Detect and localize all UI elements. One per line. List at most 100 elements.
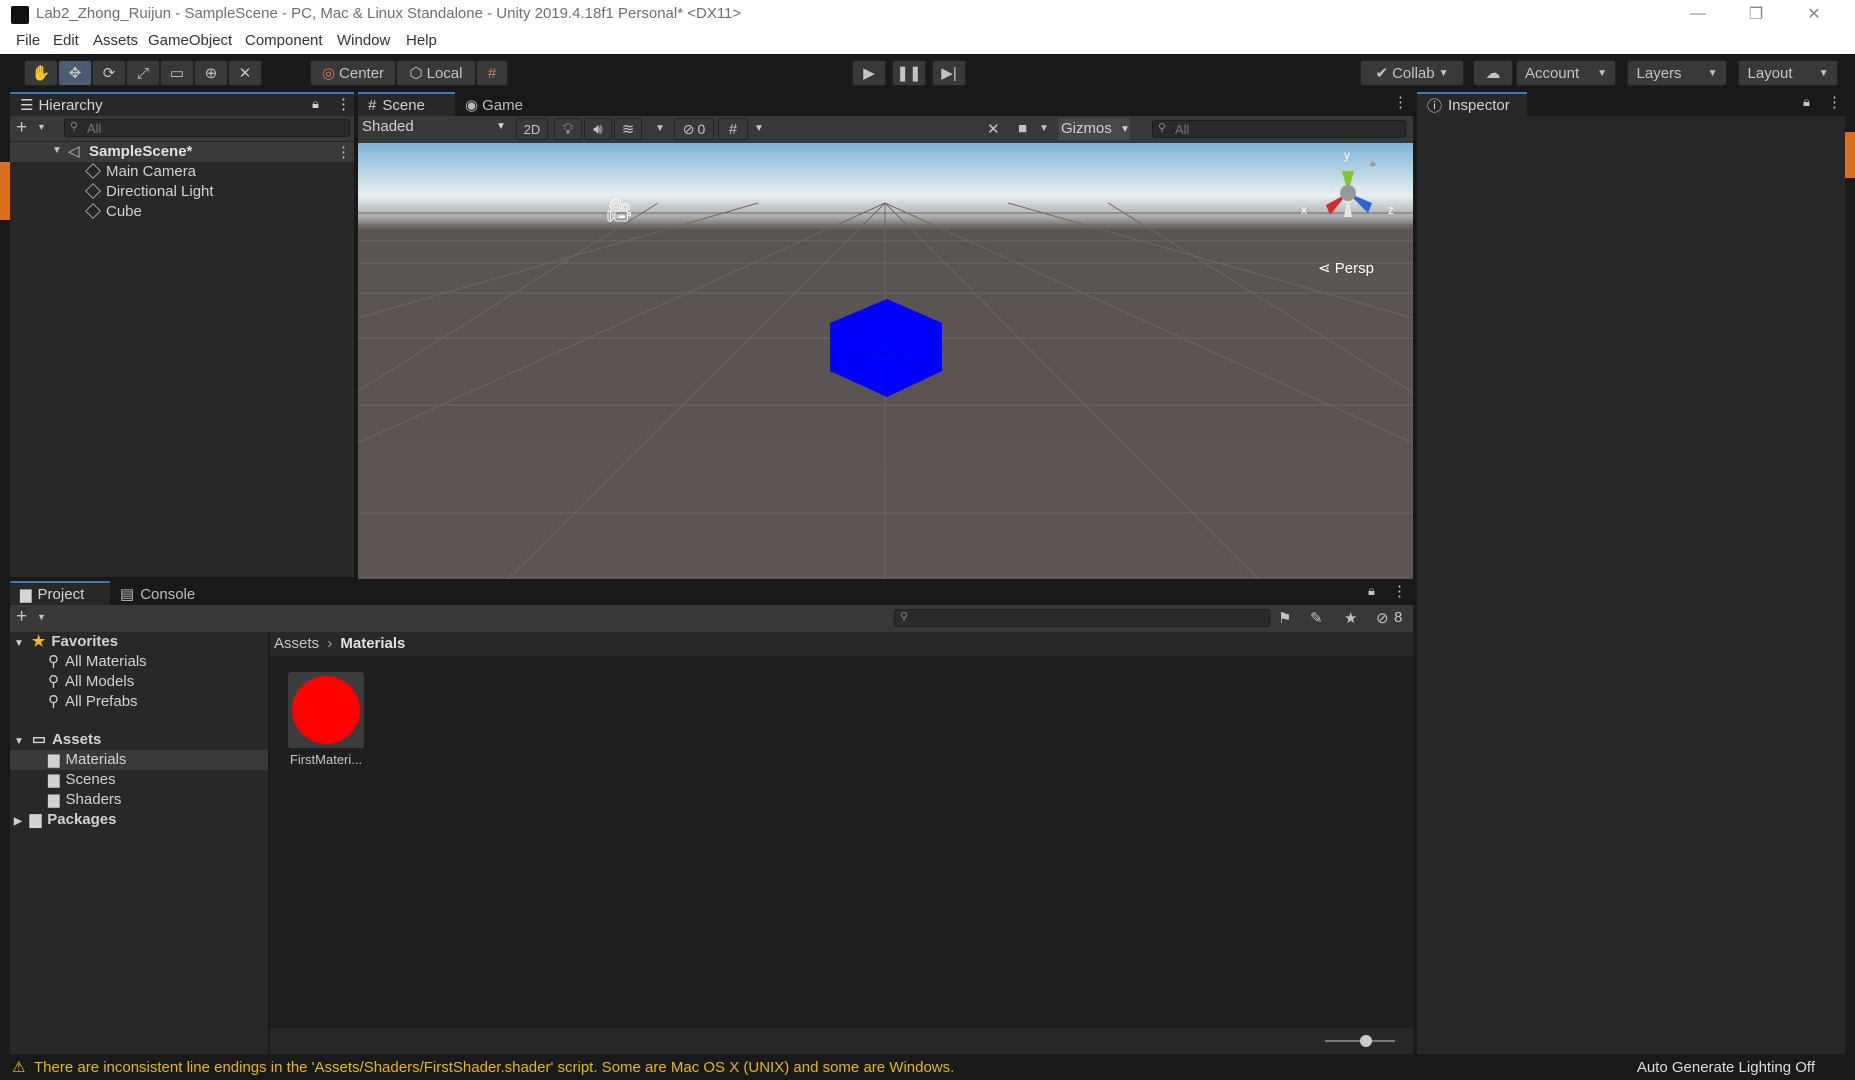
breadcrumb-materials[interactable]: Materials [340,635,405,652]
close-button[interactable]: ✕ [1785,0,1843,28]
chevron-down-icon[interactable]: ▼ [1039,123,1049,134]
layers-dropdown[interactable]: Layers ▼ [1627,60,1727,86]
chevron-down-icon[interactable]: ▼ [655,123,665,134]
bulb-icon: 💡︎ [562,120,574,138]
favorite-all-prefabs[interactable]: ⚲ All Prefabs [48,692,138,712]
filter-type-icon[interactable]: ⚑ [1278,609,1291,627]
restore-button[interactable]: ❐ [1727,0,1785,28]
hand-tool-button[interactable]: ✋ [24,60,58,86]
chevron-down-icon[interactable]: ▼ [52,145,62,156]
favorites-section[interactable]: ▼ ★ Favorites [14,632,118,652]
grid-toggle[interactable]: # [718,118,748,140]
move-tool-button[interactable]: ✥ [58,60,92,86]
chevron-down-icon[interactable]: ▼ [37,612,46,622]
lock-icon[interactable]: 🔒︎ [312,96,319,112]
folder-icon: ▆ [48,791,60,808]
project-search-input[interactable] [894,609,1270,627]
folder-scenes[interactable]: ▆ Scenes [48,770,116,790]
hierarchy-search-input[interactable] [64,119,350,137]
favorite-all-materials[interactable]: ⚲ All Materials [48,652,147,672]
breadcrumb-assets[interactable]: Assets [274,635,319,652]
hierarchy-item-main-camera[interactable]: Main Camera [85,163,196,183]
menu-gameobject[interactable]: GameObject [148,32,232,49]
account-dropdown[interactable]: Account ▼ [1516,60,1616,86]
menu-help[interactable]: Help [406,32,437,49]
play-button[interactable]: ▶ [852,60,886,86]
tab-scene[interactable]: # Scene [358,92,455,116]
effects-icon: ≋ [621,121,635,138]
menu-component[interactable]: Component [245,32,323,49]
custom-tool-button[interactable]: ✕ [228,60,262,86]
layout-dropdown[interactable]: Layout ▼ [1738,60,1838,86]
hidden-objects-toggle[interactable]: ⊘ 0 [674,118,714,140]
snap-button[interactable]: # [476,60,508,86]
tab-hierarchy[interactable]: ☰ Hierarchy 🔒︎ ⋮ [10,92,354,116]
add-icon[interactable]: + [16,606,27,628]
favorite-all-models[interactable]: ⚲ All Models [48,672,134,692]
collab-dropdown[interactable]: ✔ Collab ▼ [1360,60,1464,86]
lock-icon[interactable]: 🔒︎ [1803,94,1810,110]
tools-icon[interactable]: ✕ [987,120,1000,138]
folder-shaders[interactable]: ▆ Shaders [48,790,121,810]
projection-toggle[interactable]: ⋖ Persp [1318,259,1374,277]
2d-toggle[interactable]: 2D [516,118,548,140]
kebab-menu-icon[interactable]: ⋮ [336,95,351,113]
camera-gizmo-icon[interactable]: 🎥︎ [605,198,633,224]
space-toggle[interactable]: ⬡ Local [396,60,476,86]
lock-icon[interactable]: 🔒︎ [1370,157,1376,170]
camera-icon[interactable]: ■ [1018,120,1027,137]
kebab-menu-icon[interactable]: ⋮ [1392,582,1407,600]
zoom-slider-handle[interactable] [1360,1035,1372,1047]
lock-icon[interactable]: 🔒︎ [1368,583,1375,599]
cloud-button[interactable]: ☁ [1473,60,1513,86]
kebab-menu-icon[interactable]: ⋮ [1827,93,1842,111]
eye-slash-icon[interactable]: ⊘ [1376,609,1389,627]
scene-viewport[interactable]: 🎥︎ y x z 🔒︎ ⋖ Persp [358,143,1413,579]
lighting-toggle[interactable]: 💡︎ [554,118,582,140]
breadcrumb: Assets › Materials [270,632,1413,656]
cube-object[interactable] [817,293,957,433]
inspector-tab-label: Inspector [1448,96,1510,114]
rotate-tool-button[interactable]: ⟳ [92,60,126,86]
packages-section[interactable]: ▶ ▆ Packages [14,810,116,830]
add-icon[interactable]: + [16,117,27,139]
chevron-down-icon[interactable]: ▼ [754,123,764,134]
axis-gizmo[interactable] [1298,153,1398,243]
lighting-status[interactable]: Auto Generate Lighting Off [1637,1059,1815,1076]
audio-toggle[interactable]: 🔊︎ [584,118,612,140]
step-button[interactable]: ▶| [932,60,966,86]
tab-inspector[interactable]: ⓘ Inspector [1417,92,1527,116]
kebab-menu-icon[interactable]: ⋮ [336,143,351,161]
collab-label: Collab [1392,64,1435,82]
asset-first-material[interactable]: FirstMateri... [288,672,364,772]
scene-search-input[interactable] [1152,120,1406,138]
assets-section[interactable]: ▼ ▭ Assets [14,730,101,750]
menu-file[interactable]: File [16,32,40,49]
menu-window[interactable]: Window [337,32,390,49]
label-icon[interactable]: ✎ [1310,609,1323,627]
star-icon[interactable]: ★ [1344,609,1357,627]
shading-mode-dropdown[interactable]: Shaded ▼ [362,118,510,140]
pivot-toggle[interactable]: ◎ Center [310,60,396,86]
item-label: Materials [65,751,127,768]
menu-assets[interactable]: Assets [93,32,138,49]
hierarchy-item-directional-light[interactable]: Directional Light [85,183,214,203]
collab-check-icon: ✔ [1375,65,1389,82]
folder-materials[interactable]: ▆ Materials [48,750,126,770]
effects-toggle[interactable]: ≋ [614,118,642,140]
minimize-button[interactable]: — [1669,0,1727,28]
tab-game[interactable]: ◉ Game [455,92,535,116]
gizmos-dropdown[interactable]: Gizmos ▼ [1058,118,1130,140]
kebab-menu-icon[interactable]: ⋮ [1393,93,1408,111]
status-warning-text[interactable]: There are inconsistent line endings in t… [34,1059,954,1076]
scale-tool-button[interactable]: ⤢ [126,60,160,86]
scene-row[interactable]: ▼ ◁ SampleScene* ⋮ [10,142,354,162]
tab-project[interactable]: ▆ Project [10,581,110,605]
pause-button[interactable]: ❚❚ [892,60,926,86]
transform-tool-button[interactable]: ⊕ [194,60,228,86]
tab-console[interactable]: ▤ Console [110,581,210,605]
hierarchy-item-cube[interactable]: Cube [85,203,142,223]
menu-edit[interactable]: Edit [53,32,79,49]
chevron-down-icon[interactable]: ▼ [37,122,46,132]
rect-tool-button[interactable]: ▭ [160,60,194,86]
